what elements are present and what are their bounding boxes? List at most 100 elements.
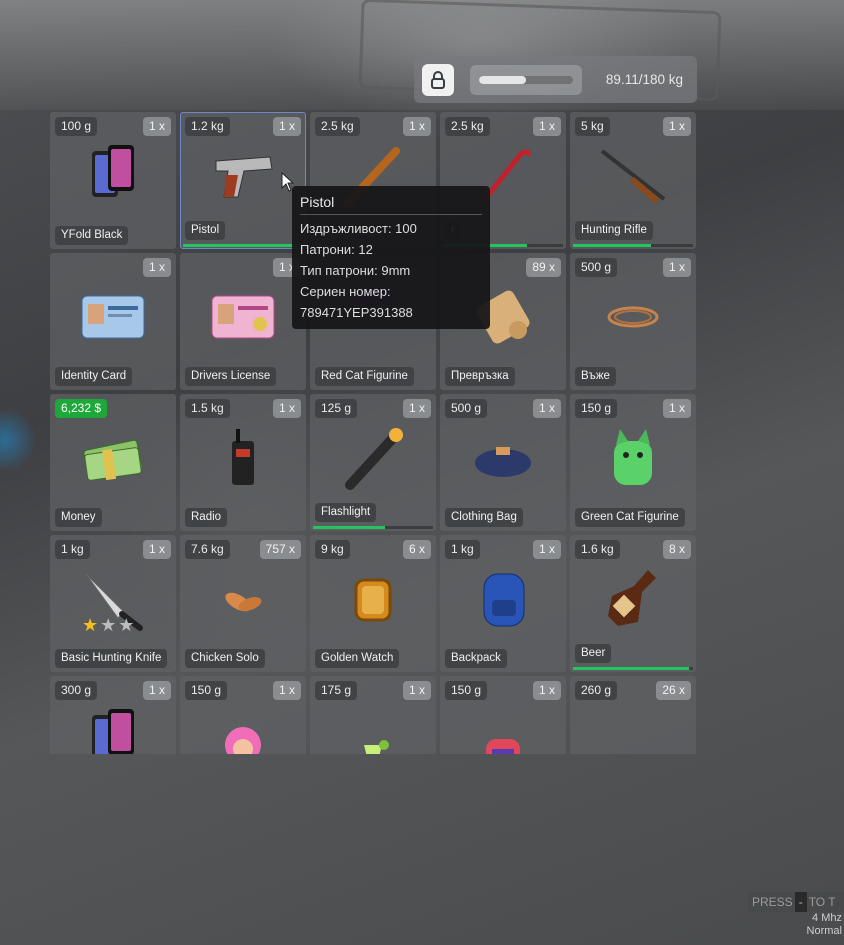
inventory-slot[interactable]: 300 g 1 x — [50, 676, 176, 754]
durability-bar — [573, 667, 693, 670]
pink-figurine-icon — [225, 727, 261, 754]
item-weight-badge: 150 g — [185, 681, 228, 700]
item-weight-badge: 125 g — [315, 399, 358, 418]
durability-bar-fill — [573, 244, 651, 247]
inventory-slot[interactable]: 150 g 1 x — [440, 676, 566, 754]
item-count-badge: 1 x — [402, 681, 431, 700]
inventory-slot[interactable]: 150 g 1 x — [180, 676, 306, 754]
license-icon — [211, 295, 275, 339]
chicken-icon — [225, 592, 262, 612]
weight-bar-track — [479, 75, 573, 84]
star-icon: ★ — [100, 615, 119, 635]
tooltip-title: Pistol — [300, 194, 482, 215]
inventory-slot[interactable]: 6,232 $ Money — [50, 394, 176, 531]
mouse-cursor-icon — [281, 172, 295, 192]
durability-bar — [183, 244, 303, 247]
item-weight-badge: 260 g — [575, 681, 618, 700]
watch-icon — [354, 578, 392, 622]
inventory-slot[interactable]: 5 kg 1 x Hunting Rifle — [570, 112, 696, 249]
item-count-badge: 1 x — [142, 117, 171, 136]
item-weight-badge: 1 kg — [55, 540, 90, 559]
inventory-slot[interactable]: 150 g 1 x Green Cat Figurine — [570, 394, 696, 531]
durability-bar-fill — [573, 667, 690, 670]
weight-text: 89.11/180 kg — [605, 72, 683, 87]
weight-bar — [470, 64, 582, 95]
item-count-badge: 1 x — [532, 681, 561, 700]
item-tooltip: Pistol Издръжливост: 100 Патрони: 12 Тип… — [292, 186, 490, 329]
weight-panel: 89.11/180 kg — [414, 56, 697, 103]
tooltip-line: Патрони: 12 — [300, 242, 373, 257]
item-name-label: Flashlight — [315, 503, 377, 522]
durability-bar — [573, 244, 693, 247]
cocktail-icon — [364, 740, 389, 754]
flashlight-icon — [345, 428, 403, 490]
item-weight-badge: 150 g — [445, 681, 488, 700]
inventory-slot[interactable]: 7.6 kg 757 x Chicken Solo — [180, 535, 306, 672]
tooltip-line: Тип патрони: 9mm — [300, 263, 411, 278]
item-weight-badge: 1 kg — [445, 540, 480, 559]
radio-icon — [232, 429, 254, 485]
inventory-slot[interactable]: 1 kg 1 x ★★★ Basic Hunting Knife — [50, 535, 176, 672]
inventory-slot[interactable]: 1 x Identity Card — [50, 253, 176, 390]
item-name-label: Chicken Solo — [185, 649, 265, 668]
inventory-slot[interactable]: 125 g 1 x Flashlight — [310, 394, 436, 531]
inventory-slot[interactable]: 1.5 kg 1 x Radio — [180, 394, 306, 531]
item-count-badge: 1 x — [142, 258, 171, 277]
item-weight-badge: 500 g — [445, 399, 488, 418]
inventory-slot[interactable]: 260 g 26 x — [570, 676, 696, 754]
inventory-slot[interactable]: 9 kg 6 x Golden Watch — [310, 535, 436, 672]
item-name-label: Backpack — [445, 649, 507, 668]
item-count-badge: 1 x — [662, 117, 691, 136]
hud-radio-freq: 4 Mhz — [812, 912, 842, 924]
inventory-slot[interactable]: 500 g 1 x Clothing Bag — [440, 394, 566, 531]
item-name-label: Identity Card — [55, 367, 133, 386]
item-count-badge: 1 x — [402, 399, 431, 418]
item-count-badge: 8 x — [662, 540, 691, 559]
red-cat-icon — [486, 739, 520, 754]
item-name-label: Въже — [575, 367, 616, 386]
item-name-label: Basic Hunting Knife — [55, 649, 168, 668]
inventory-slot[interactable]: 1 x Drivers License — [180, 253, 306, 390]
hint-rest: TO T — [808, 895, 836, 909]
inventory-slot[interactable]: 1 kg 1 x Backpack — [440, 535, 566, 672]
inventory-slot[interactable]: 175 g 1 x — [310, 676, 436, 754]
hud-hint: PRESS - TO T — [748, 892, 844, 912]
cup-icon — [598, 705, 668, 754]
item-count-badge: 1 x — [532, 399, 561, 418]
item-count-badge: 1 x — [142, 540, 171, 559]
item-name-label: Pistol — [185, 221, 226, 240]
item-weight-badge: 150 g — [575, 399, 618, 418]
item-weight-badge: 1.2 kg — [185, 117, 230, 136]
item-count-badge: 1 x — [142, 681, 171, 700]
item-weight-badge: 1.5 kg — [185, 399, 230, 418]
item-name-label: Red Cat Figurine — [315, 367, 414, 386]
id-card-icon — [81, 295, 145, 339]
green-cat-icon — [614, 429, 652, 485]
item-name-label: Drivers License — [185, 367, 277, 386]
hint-press: PRESS — [752, 895, 793, 909]
inventory-slot[interactable]: 100 g 1 x YFold Black — [50, 112, 176, 249]
durability-bar-fill — [183, 244, 303, 247]
tooltip-line: Сериен номер: — [300, 284, 391, 299]
item-count-badge: 26 x — [656, 681, 691, 700]
durability-bar — [313, 526, 433, 529]
durability-bar-fill — [313, 526, 385, 529]
inventory-slot[interactable]: 1.6 kg 8 x Beer — [570, 535, 696, 672]
item-count-badge: 1 x — [532, 117, 561, 136]
beer-icon — [608, 570, 656, 626]
tooltip-line: 789471YEP391388 — [300, 305, 413, 320]
item-name-label: Beer — [575, 644, 612, 663]
phone-icon — [92, 709, 134, 754]
item-count-badge: 1 x — [272, 681, 301, 700]
item-count-badge: 757 x — [259, 540, 301, 559]
inventory-slot[interactable]: 500 g 1 x Въже — [570, 253, 696, 390]
hint-key: - — [794, 892, 807, 912]
item-name-label: Money — [55, 508, 102, 527]
item-count-badge: 1 x — [272, 399, 301, 418]
money-amount-badge: 6,232 $ — [55, 399, 108, 418]
item-weight-badge: 5 kg — [575, 117, 610, 136]
item-name-label: Hunting Rifle — [575, 221, 653, 240]
item-rating-stars: ★★★ — [82, 615, 136, 636]
hud-radio-mode: Normal — [806, 925, 842, 937]
lock-button[interactable] — [422, 63, 454, 96]
